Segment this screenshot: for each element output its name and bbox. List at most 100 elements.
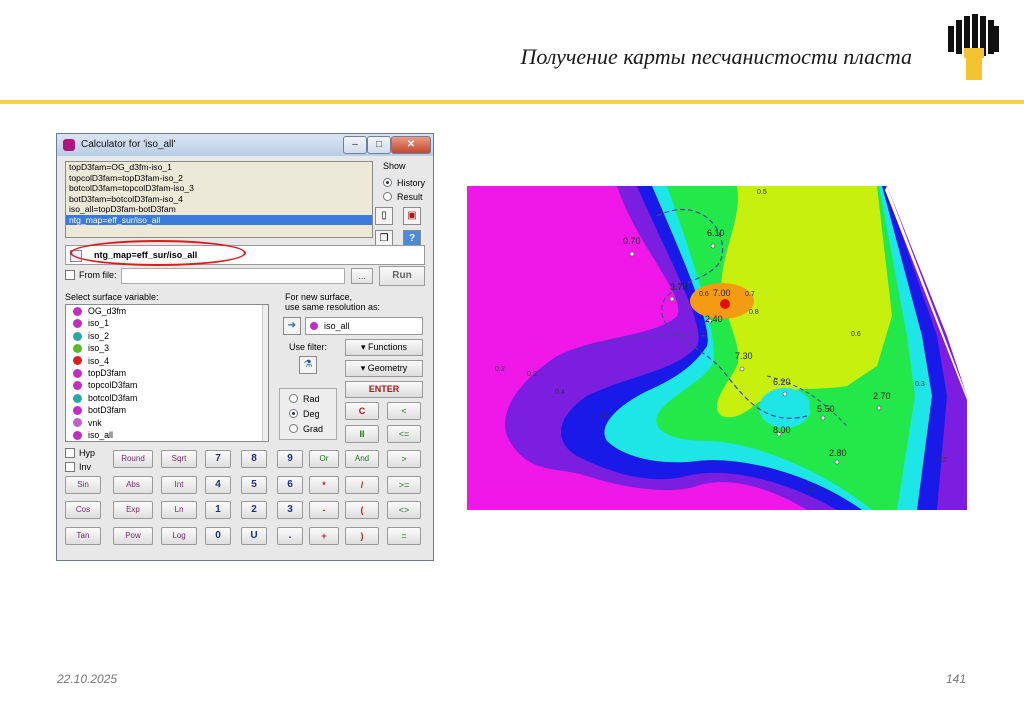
hyp-checkbox[interactable] bbox=[65, 448, 75, 458]
close-icon[interactable]: ✕ bbox=[391, 136, 431, 154]
divide-button[interactable]: / bbox=[345, 476, 379, 494]
less-button[interactable]: < bbox=[387, 402, 421, 420]
arrow-right-icon[interactable]: ➔ bbox=[283, 317, 301, 335]
list-item[interactable]: botcolD3fam bbox=[88, 392, 137, 404]
rad-radio[interactable] bbox=[289, 394, 298, 403]
round-button[interactable]: Round bbox=[113, 450, 153, 468]
history-item[interactable]: iso_all=topD3fam-botD3fam bbox=[66, 204, 372, 215]
less-equal-button[interactable]: <= bbox=[387, 425, 421, 443]
list-item[interactable]: topcolD3fam bbox=[88, 379, 137, 391]
clear-button[interactable]: C bbox=[345, 402, 379, 420]
plus-button[interactable]: + bbox=[309, 527, 339, 545]
key-u[interactable]: U bbox=[241, 527, 267, 545]
slide-title: Получение карты песчанистости пласта bbox=[520, 44, 912, 69]
tan-button[interactable]: Tan bbox=[65, 527, 101, 545]
history-radio[interactable] bbox=[383, 178, 392, 187]
history-list[interactable]: topD3fam=OG_d3fm-iso_1 topcolD3fam=topD3… bbox=[65, 161, 373, 238]
resolution-input[interactable]: iso_all bbox=[305, 317, 423, 335]
map-label: 7.30 bbox=[735, 351, 753, 361]
sqrt-button[interactable]: Sqrt bbox=[161, 450, 197, 468]
key-1[interactable]: 1 bbox=[205, 501, 231, 519]
dropdown-icon: ▾ bbox=[360, 342, 368, 352]
grad-radio[interactable] bbox=[289, 424, 298, 433]
history-item[interactable]: botD3fam=botcolD3fam-iso_4 bbox=[66, 194, 372, 205]
run-button[interactable]: Run bbox=[379, 266, 425, 286]
list-item[interactable]: iso_4 bbox=[88, 355, 109, 367]
key-7[interactable]: 7 bbox=[205, 450, 231, 468]
sin-button[interactable]: Sin bbox=[65, 476, 101, 494]
map-label: 2.70 bbox=[873, 391, 891, 401]
from-file-input[interactable] bbox=[121, 268, 345, 284]
ln-button[interactable]: Ln bbox=[161, 501, 197, 519]
key-dot[interactable]: . bbox=[277, 527, 303, 545]
browse-button[interactable]: ... bbox=[351, 268, 373, 284]
minimize-icon[interactable]: – bbox=[343, 136, 367, 154]
minus-button[interactable]: - bbox=[309, 501, 339, 519]
history-item-selected[interactable]: ntg_map=eff_sur/iso_all bbox=[66, 214, 372, 225]
surface-icon bbox=[73, 406, 82, 415]
history-item[interactable]: topcolD3fam=topD3fam-iso_2 bbox=[66, 173, 372, 184]
list-item[interactable]: vnk bbox=[88, 417, 102, 429]
greater-equal-button[interactable]: >= bbox=[387, 476, 421, 494]
list-item[interactable]: iso_all bbox=[88, 429, 113, 441]
geometry-button[interactable]: ▾ Geometry bbox=[345, 360, 423, 377]
window-titlebar[interactable]: Calculator for 'iso_all' – □ ✕ bbox=[57, 134, 433, 156]
greater-button[interactable]: > bbox=[387, 450, 421, 468]
surface-icon bbox=[73, 356, 82, 365]
or-button[interactable]: Or bbox=[309, 450, 339, 468]
key-0[interactable]: 0 bbox=[205, 527, 231, 545]
list-item[interactable]: OG_d3fm bbox=[88, 305, 126, 317]
filter-icon[interactable]: ⚗ bbox=[299, 356, 317, 374]
key-9[interactable]: 9 bbox=[277, 450, 303, 468]
key-6[interactable]: 6 bbox=[277, 476, 303, 494]
list-item[interactable]: topD3fam bbox=[88, 367, 126, 379]
key-2[interactable]: 2 bbox=[241, 501, 267, 519]
history-item[interactable]: botcolD3fam=topcolD3fam-iso_3 bbox=[66, 183, 372, 194]
multiply-button[interactable]: * bbox=[309, 476, 339, 494]
save-icon[interactable]: ▣ bbox=[403, 207, 421, 225]
surface-icon bbox=[73, 418, 82, 427]
calculator-window: Calculator for 'iso_all' – □ ✕ topD3fam=… bbox=[56, 133, 434, 561]
history-radio-label: History bbox=[397, 178, 426, 188]
abs-bars-button[interactable]: II bbox=[345, 425, 379, 443]
result-radio[interactable] bbox=[383, 192, 392, 201]
list-item[interactable]: iso_2 bbox=[88, 330, 109, 342]
log-button[interactable]: Log bbox=[161, 527, 197, 545]
functions-button[interactable]: ▾ Functions bbox=[345, 339, 423, 356]
from-file-checkbox[interactable] bbox=[65, 270, 75, 280]
list-item[interactable]: iso_3 bbox=[88, 342, 109, 354]
inv-checkbox[interactable] bbox=[65, 462, 75, 472]
key-8[interactable]: 8 bbox=[241, 450, 267, 468]
use-filter-label: Use filter: bbox=[289, 342, 328, 352]
deg-label: Deg bbox=[303, 409, 320, 419]
deg-radio[interactable] bbox=[289, 409, 298, 418]
abs-button[interactable]: Abs bbox=[113, 476, 153, 494]
key-3[interactable]: 3 bbox=[277, 501, 303, 519]
surface-icon bbox=[73, 369, 82, 378]
close-paren-button[interactable]: ) bbox=[345, 527, 379, 545]
geometry-label: Geometry bbox=[367, 363, 408, 373]
key-5[interactable]: 5 bbox=[241, 476, 267, 494]
pow-button[interactable]: Pow bbox=[113, 527, 153, 545]
exp-button[interactable]: Exp bbox=[113, 501, 153, 519]
key-4[interactable]: 4 bbox=[205, 476, 231, 494]
enter-button[interactable]: ENTER bbox=[345, 381, 423, 398]
scrollbar[interactable] bbox=[262, 305, 268, 441]
inv-label: Inv bbox=[79, 462, 92, 472]
open-paren-button[interactable]: ( bbox=[345, 501, 379, 519]
int-button[interactable]: Int bbox=[161, 476, 197, 494]
history-item[interactable]: topD3fam=OG_d3fm-iso_1 bbox=[66, 162, 372, 173]
not-equal-button[interactable]: <> bbox=[387, 501, 421, 519]
and-button[interactable]: And bbox=[345, 450, 379, 468]
surface-icon bbox=[73, 307, 82, 316]
equals-button[interactable]: = bbox=[387, 527, 421, 545]
map-label: 6.20 bbox=[773, 377, 791, 387]
surface-icon bbox=[73, 431, 82, 440]
variable-list[interactable]: OG_d3fm iso_1 iso_2 iso_3 iso_4 topD3fam… bbox=[65, 304, 269, 442]
list-item[interactable]: iso_1 bbox=[88, 317, 109, 329]
new-doc-icon[interactable]: ▯ bbox=[375, 207, 393, 225]
new-surface-label: For new surface, bbox=[285, 292, 353, 302]
list-item[interactable]: botD3fam bbox=[88, 404, 126, 416]
cos-button[interactable]: Cos bbox=[65, 501, 101, 519]
maximize-icon[interactable]: □ bbox=[367, 136, 391, 154]
